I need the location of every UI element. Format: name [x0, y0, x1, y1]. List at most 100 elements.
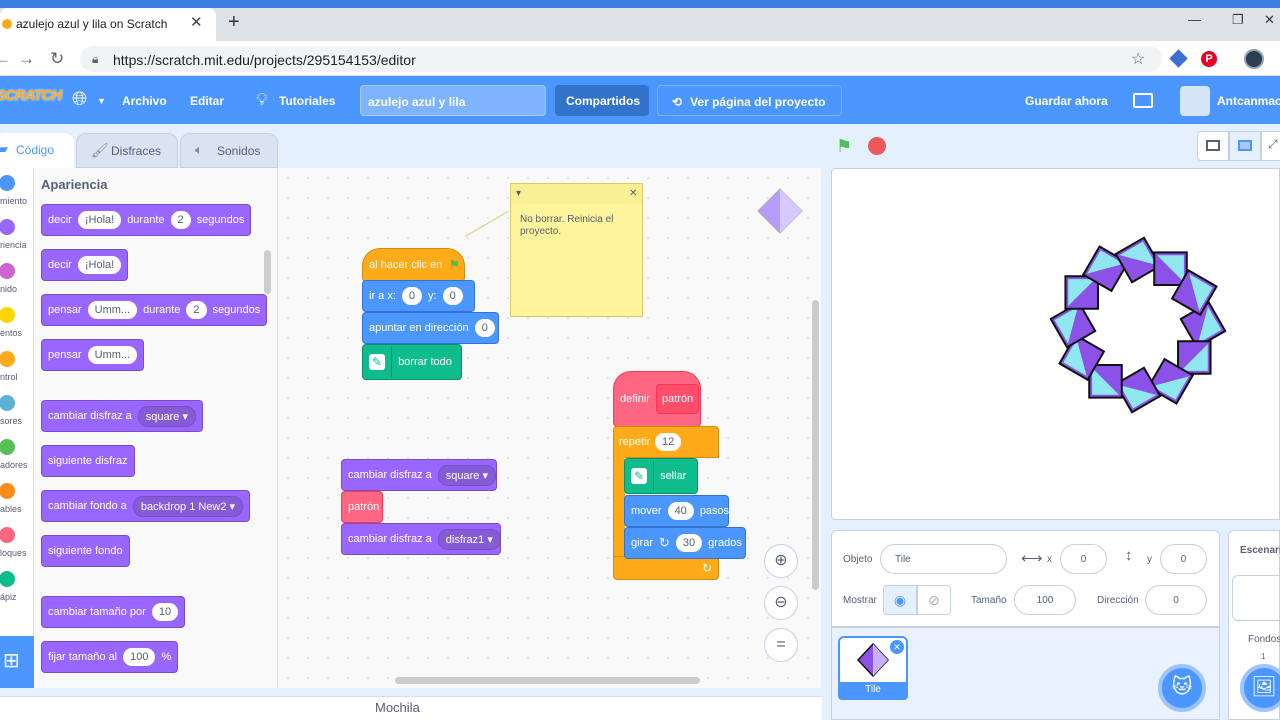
category-label[interactable]: adores	[0, 460, 28, 470]
add-extension-button[interactable]: ⊞	[0, 636, 34, 688]
tab-sounds[interactable]: 🔈︎ Sonidos	[180, 133, 278, 168]
direction-input[interactable]: 0	[1145, 585, 1207, 615]
category-label[interactable]: entos	[0, 328, 22, 338]
url-text[interactable]: https://scratch.mit.edu/projects/2951541…	[113, 52, 416, 68]
menu-edit[interactable]: Editar	[190, 94, 224, 108]
scratch-logo[interactable]: SCRATCH	[0, 87, 62, 104]
call-patron-block[interactable]: patrón	[341, 491, 383, 523]
category-label[interactable]: sores	[0, 416, 22, 426]
show-sprite-button[interactable]: ◉	[883, 585, 917, 615]
backdrop-dropdown[interactable]: backdrop 1 New2 ▾	[132, 495, 244, 517]
switch-backdrop-block[interactable]: cambiar fondo a backdrop 1 New2 ▾	[41, 490, 251, 522]
message-input[interactable]: ¡Hola!	[77, 256, 122, 274]
script-area-vertical-scrollbar[interactable]	[812, 300, 819, 590]
secs-input[interactable]: 2	[170, 211, 191, 229]
repeat-count-input[interactable]: 12	[655, 433, 682, 451]
zoom-out-button[interactable]: ⊖	[764, 586, 798, 620]
message-input[interactable]: Umm...	[87, 346, 138, 364]
switch-costume-block[interactable]: cambiar disfraz a square ▾	[41, 400, 203, 432]
palette-scrollbar[interactable]	[264, 250, 271, 294]
note-close-icon[interactable]: ✕	[629, 188, 637, 199]
stage-thumbnail[interactable]	[1232, 575, 1280, 621]
y-input[interactable]: 0	[442, 287, 463, 305]
tab-costumes[interactable]: 🖌︎ Disfraces	[76, 133, 178, 168]
note-collapse-icon[interactable]: ▾	[516, 188, 521, 199]
category-label[interactable]: nido	[0, 284, 17, 294]
degrees-input[interactable]: 30	[675, 534, 703, 552]
menu-file[interactable]: Archivo	[122, 94, 167, 108]
next-costume-block[interactable]: siguiente disfraz	[41, 445, 135, 477]
forward-icon[interactable]: →	[18, 49, 35, 69]
note-header[interactable]	[511, 184, 642, 204]
comment-note[interactable]: ▾ ✕ No borrar. Reinicia el proyecto.	[510, 183, 643, 317]
script-area-horizontal-scrollbar[interactable]	[395, 677, 700, 684]
think-for-secs-block[interactable]: pensar Umm... durante 2 segundos	[41, 294, 268, 326]
sprite-name-input[interactable]: Tile	[880, 544, 1007, 574]
project-title-input[interactable]: azulejo azul y lila	[360, 85, 546, 116]
delete-sprite-icon[interactable]: ✕	[890, 640, 904, 654]
move-steps-block[interactable]: mover 40 pasos	[624, 495, 729, 527]
reload-icon[interactable]: ↻	[50, 49, 64, 69]
set-size-block[interactable]: fijar tamaño al 100 %	[41, 641, 179, 673]
goto-xy-block[interactable]: ir a x: 0 y: 0	[362, 280, 475, 312]
when-flag-clicked-hat[interactable]: al hacer clic en ⚑	[362, 248, 465, 282]
costume-dropdown[interactable]: disfraz1 ▾	[437, 528, 501, 550]
stamp-block[interactable]: ✎ sellar	[624, 458, 698, 494]
switch-costume-block[interactable]: cambiar disfraz a square ▾	[341, 459, 497, 491]
point-in-direction-block[interactable]: apuntar en dirección 0	[362, 312, 499, 344]
bookmark-star-icon[interactable]: ☆	[1131, 49, 1145, 69]
hide-sprite-button[interactable]: ⊘	[917, 585, 951, 615]
zoom-in-button[interactable]: ⊕	[764, 544, 798, 578]
tab-close-icon[interactable]: ✕	[190, 13, 203, 31]
y-position-input[interactable]: 0	[1160, 544, 1207, 574]
message-input[interactable]: Umm...	[87, 301, 138, 319]
switch-costume-block[interactable]: cambiar disfraz a disfraz1 ▾	[341, 523, 501, 555]
next-backdrop-block[interactable]: siguiente fondo	[41, 535, 130, 567]
category-label[interactable]: ables	[0, 504, 22, 514]
say-block[interactable]: decir ¡Hola!	[41, 249, 129, 281]
add-backdrop-button[interactable]: 🖼︎	[1240, 664, 1280, 712]
language-caret-icon[interactable]: ▼	[97, 96, 106, 106]
see-project-page-button[interactable]: ⟲ Ver página del proyecto	[657, 85, 842, 116]
x-position-input[interactable]: 0	[1060, 544, 1107, 574]
menu-tutorials[interactable]: Tutoriales	[279, 94, 335, 108]
back-icon[interactable]: ←	[0, 49, 11, 69]
secs-input[interactable]: 2	[186, 301, 207, 319]
direction-input[interactable]: 0	[474, 319, 495, 337]
change-size-block[interactable]: cambiar tamaño por 10	[41, 596, 186, 628]
globe-icon[interactable]: 🌐︎	[72, 89, 87, 111]
erase-all-block[interactable]: ✎ borrar todo	[362, 344, 462, 380]
profile-avatar[interactable]	[1244, 49, 1264, 69]
turn-right-block[interactable]: girar ↻ 30 grados	[624, 527, 746, 559]
green-flag-button[interactable]: ⚑	[836, 136, 852, 157]
steps-input[interactable]: 40	[667, 502, 694, 520]
size-input[interactable]: 100	[123, 648, 156, 666]
new-tab-button[interactable]: +	[228, 11, 240, 34]
save-now-button[interactable]: Guardar ahora	[1025, 94, 1108, 108]
share-button[interactable]: Compartidos	[555, 85, 649, 116]
zoom-reset-button[interactable]: =	[764, 628, 798, 662]
tab-code[interactable]: ▰ Código	[0, 133, 74, 168]
window-close-button[interactable]: ✕	[1264, 12, 1275, 28]
category-label[interactable]: ápiz	[0, 592, 17, 602]
size-input[interactable]: 10	[151, 603, 179, 621]
category-label[interactable]: miento	[0, 196, 27, 206]
stop-button[interactable]	[868, 137, 886, 155]
category-label[interactable]: ntrol	[0, 372, 18, 382]
define-block[interactable]: definir patrón	[613, 371, 701, 427]
user-avatar[interactable]	[1180, 86, 1210, 116]
note-text[interactable]: No borrar. Reinicia el proyecto.	[520, 214, 636, 238]
restore-button[interactable]: ❐	[1232, 12, 1244, 28]
pinterest-icon[interactable]: P	[1201, 51, 1217, 67]
folder-icon[interactable]	[1133, 93, 1153, 108]
minimize-button[interactable]: —	[1188, 12, 1201, 27]
say-for-secs-block[interactable]: decir ¡Hola! durante 2 segundos	[41, 204, 252, 236]
think-block[interactable]: pensar Umm...	[41, 339, 145, 371]
x-input[interactable]: 0	[401, 287, 423, 305]
costume-dropdown[interactable]: square ▾	[137, 405, 196, 427]
category-label[interactable]: riencia	[0, 240, 27, 250]
size-input[interactable]: 100	[1014, 585, 1076, 615]
category-label[interactable]: loques	[0, 548, 27, 558]
username[interactable]: Antcanmac	[1217, 94, 1280, 108]
add-sprite-button[interactable]: 🐱︎	[1158, 664, 1206, 712]
